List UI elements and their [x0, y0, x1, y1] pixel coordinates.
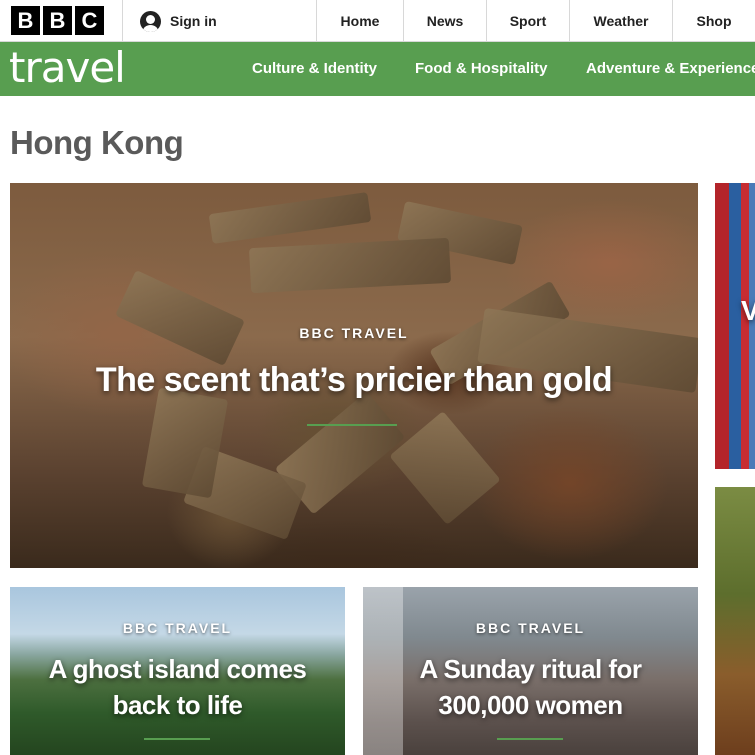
bbc-logo-letter: B [11, 6, 40, 35]
bbc-logo-letter: C [75, 6, 104, 35]
story-card-ghost-island[interactable]: BBC TRAVEL A ghost island comes back to … [10, 587, 345, 755]
nav-sport[interactable]: Sport [487, 0, 569, 42]
nav-news[interactable]: News [404, 0, 486, 42]
divider [122, 0, 123, 42]
subnav-food-hospitality[interactable]: Food & Hospitality [415, 42, 548, 96]
story-label: BBC TRAVEL [299, 325, 409, 341]
bbc-logo[interactable]: B B C [11, 6, 104, 35]
story-headline: The scent that’s pricier than gold [95, 361, 613, 399]
headline-rule [144, 738, 210, 740]
story-headline: A Sunday ritual for 300,000 women [419, 654, 642, 720]
story-headline: A ghost island comes back to life [48, 654, 307, 720]
story-card-sunday-ritual[interactable]: BBC TRAVEL A Sunday ritual for 300,000 w… [363, 587, 698, 755]
nav-home[interactable]: Home [317, 0, 403, 42]
headline-rule [307, 424, 397, 426]
user-icon [140, 10, 161, 32]
sign-in-label: Sign in [170, 13, 217, 29]
page-title: Hong Kong [10, 124, 184, 161]
subnav-adventure-experience[interactable]: Adventure & Experience [586, 42, 755, 96]
story-label: BBC TRAVEL [475, 620, 586, 636]
bbc-logo-letter: B [43, 6, 72, 35]
sign-in-link[interactable]: Sign in [140, 0, 217, 42]
nav-weather[interactable]: Weather [570, 0, 672, 42]
hero-story-card[interactable]: BBC TRAVEL The scent that’s pricier than… [10, 183, 698, 568]
bbc-top-bar: B B C Sign in Home News Sport Weather Sh… [0, 0, 755, 42]
nav-shop[interactable]: Shop [673, 0, 755, 42]
story-headline-partial: V [741, 295, 755, 326]
travel-logo[interactable]: travel [9, 42, 126, 96]
headline-rule [497, 738, 563, 740]
subnav-culture-identity[interactable]: Culture & Identity [252, 42, 377, 96]
story-card-partial-bottom[interactable] [715, 487, 755, 755]
story-label: BBC TRAVEL [122, 620, 233, 636]
story-image [715, 487, 755, 755]
travel-nav-bar: travel Culture & Identity Food & Hospita… [0, 42, 755, 96]
story-card-partial-top[interactable]: V [715, 183, 755, 469]
